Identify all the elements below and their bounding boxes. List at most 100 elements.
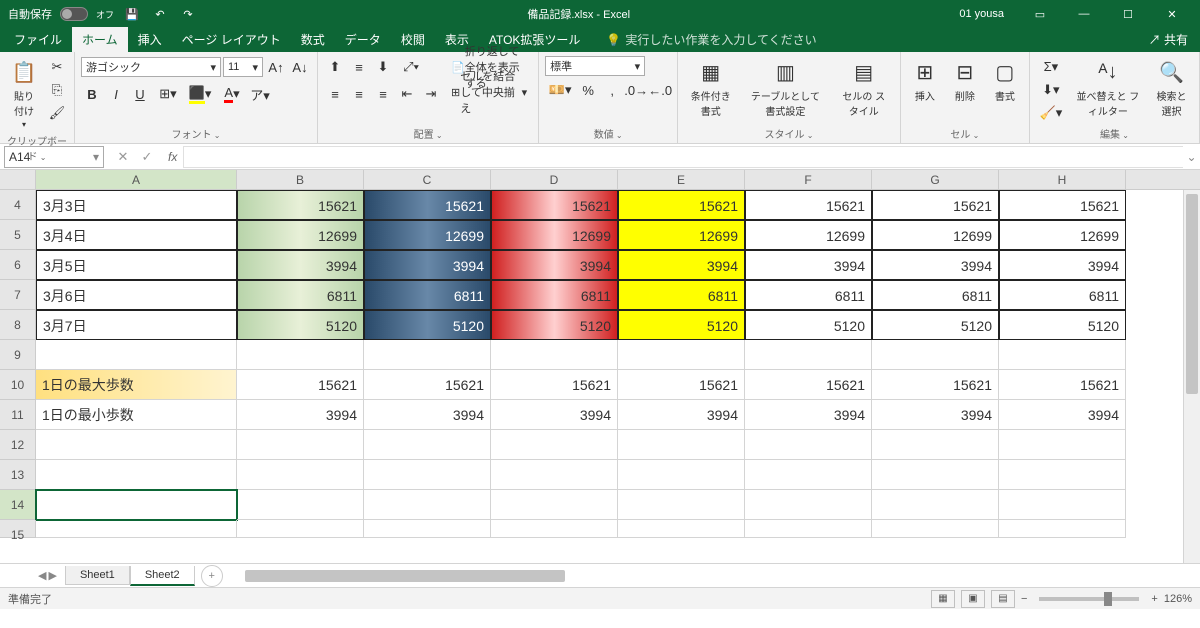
cell-C13[interactable] — [364, 460, 491, 490]
paste-button[interactable]: 📋貼り付け▾ — [6, 56, 42, 131]
cell-B9[interactable] — [237, 340, 364, 370]
currency-icon[interactable]: 💴▾ — [545, 79, 575, 101]
cell-E13[interactable] — [618, 460, 745, 490]
cell-H15[interactable] — [999, 520, 1126, 538]
cancel-formula-icon[interactable]: ✕ — [112, 146, 134, 168]
cell-H5[interactable]: 12699 — [999, 220, 1126, 250]
align-center-icon[interactable]: ≡ — [348, 83, 370, 105]
tab-layout[interactable]: ページ レイアウト — [172, 27, 291, 52]
enter-formula-icon[interactable]: ✓ — [136, 146, 158, 168]
cell-E11[interactable]: 3994 — [618, 400, 745, 430]
font-name-combo[interactable]: 游ゴシック▾ — [81, 57, 221, 77]
copy-icon[interactable]: ⎘ — [46, 79, 68, 101]
save-icon[interactable]: 💾 — [122, 4, 142, 24]
row-header-9[interactable]: 9 — [0, 340, 36, 370]
borders-button[interactable]: ⊞▾ — [153, 83, 183, 105]
cell-F15[interactable] — [745, 520, 872, 538]
cell-A10[interactable]: 1日の最大歩数 — [36, 370, 237, 400]
align-right-icon[interactable]: ≡ — [372, 83, 394, 105]
cell-A13[interactable] — [36, 460, 237, 490]
cell-H7[interactable]: 6811 — [999, 280, 1126, 310]
cell-H10[interactable]: 15621 — [999, 370, 1126, 400]
row-header-7[interactable]: 7 — [0, 280, 36, 310]
sheet-nav-prev-icon[interactable]: ◀ — [38, 569, 46, 582]
row-header-5[interactable]: 5 — [0, 220, 36, 250]
cell-A7[interactable]: 3月6日 — [36, 280, 237, 310]
cell-G12[interactable] — [872, 430, 999, 460]
col-header-A[interactable]: A — [36, 170, 237, 189]
zoom-level[interactable]: 126% — [1164, 593, 1192, 605]
cell-D12[interactable] — [491, 430, 618, 460]
cell-F12[interactable] — [745, 430, 872, 460]
col-header-G[interactable]: G — [872, 170, 999, 189]
cell-C7[interactable]: 6811 — [364, 280, 491, 310]
insert-cells-button[interactable]: ⊞挿入 — [907, 56, 943, 105]
tellme-search[interactable]: 💡 実行したい作業を入力してください — [602, 27, 820, 52]
cell-D10[interactable]: 15621 — [491, 370, 618, 400]
format-table-button[interactable]: ▥テーブルとして 書式設定 — [741, 56, 829, 120]
font-color-button[interactable]: A▾ — [217, 83, 247, 105]
close-icon[interactable]: ✕ — [1152, 0, 1192, 28]
fx-icon[interactable]: fx — [162, 150, 183, 164]
cell-D13[interactable] — [491, 460, 618, 490]
cell-E7[interactable]: 6811 — [618, 280, 745, 310]
cell-B7[interactable]: 6811 — [237, 280, 364, 310]
cell-D8[interactable]: 5120 — [491, 310, 618, 340]
cell-G13[interactable] — [872, 460, 999, 490]
align-left-icon[interactable]: ≡ — [324, 83, 346, 105]
italic-button[interactable]: I — [105, 83, 127, 105]
undo-icon[interactable]: ↶ — [150, 4, 170, 24]
sort-filter-button[interactable]: ᴬ↓並べ替えと フィルター — [1070, 56, 1146, 120]
find-select-button[interactable]: 🔍検索と 選択 — [1150, 56, 1193, 120]
cell-B13[interactable] — [237, 460, 364, 490]
col-header-D[interactable]: D — [491, 170, 618, 189]
delete-cells-button[interactable]: ⊟削除 — [947, 56, 983, 105]
fill-color-button[interactable]: ⬛▾ — [185, 83, 215, 105]
indent-left-icon[interactable]: ⇤ — [396, 83, 418, 105]
cell-H6[interactable]: 3994 — [999, 250, 1126, 280]
cell-F5[interactable]: 12699 — [745, 220, 872, 250]
cell-F6[interactable]: 3994 — [745, 250, 872, 280]
col-header-F[interactable]: F — [745, 170, 872, 189]
cell-E4[interactable]: 15621 — [618, 190, 745, 220]
row-header-6[interactable]: 6 — [0, 250, 36, 280]
row-header-15[interactable]: 15 — [0, 520, 36, 538]
sheet-tab-2[interactable]: Sheet2 — [130, 566, 195, 586]
cut-icon[interactable]: ✂ — [46, 56, 68, 78]
row-header-14[interactable]: 14 — [0, 490, 36, 520]
cell-H8[interactable]: 5120 — [999, 310, 1126, 340]
cell-F14[interactable] — [745, 490, 872, 520]
cell-A4[interactable]: 3月3日 — [36, 190, 237, 220]
zoom-slider[interactable] — [1039, 597, 1139, 601]
row-header-8[interactable]: 8 — [0, 310, 36, 340]
cell-B15[interactable] — [237, 520, 364, 538]
row-header-11[interactable]: 11 — [0, 400, 36, 430]
cell-G11[interactable]: 3994 — [872, 400, 999, 430]
cell-D9[interactable] — [491, 340, 618, 370]
cell-A5[interactable]: 3月4日 — [36, 220, 237, 250]
cell-C15[interactable] — [364, 520, 491, 538]
col-header-E[interactable]: E — [618, 170, 745, 189]
decrease-font-icon[interactable]: A↓ — [289, 56, 311, 78]
cell-G4[interactable]: 15621 — [872, 190, 999, 220]
clear-icon[interactable]: 🧹▾ — [1036, 102, 1066, 124]
cell-H14[interactable] — [999, 490, 1126, 520]
cell-E10[interactable]: 15621 — [618, 370, 745, 400]
ribbon-options-icon[interactable]: ▭ — [1020, 0, 1060, 28]
cell-F8[interactable]: 5120 — [745, 310, 872, 340]
align-top-icon[interactable]: ⬆ — [324, 56, 346, 78]
tab-file[interactable]: ファイル — [4, 27, 72, 52]
cell-A9[interactable] — [36, 340, 237, 370]
cell-C5[interactable]: 12699 — [364, 220, 491, 250]
tab-home[interactable]: ホーム — [72, 27, 128, 52]
percent-icon[interactable]: % — [577, 79, 599, 101]
cell-D5[interactable]: 12699 — [491, 220, 618, 250]
cell-F13[interactable] — [745, 460, 872, 490]
autosave-toggle[interactable] — [60, 7, 88, 21]
redo-icon[interactable]: ↷ — [178, 4, 198, 24]
cell-D6[interactable]: 3994 — [491, 250, 618, 280]
conditional-format-button[interactable]: ▦条件付き 書式 — [684, 56, 737, 120]
view-break-icon[interactable]: ▤ — [991, 590, 1015, 608]
cell-A6[interactable]: 3月5日 — [36, 250, 237, 280]
tab-formulas[interactable]: 数式 — [291, 27, 335, 52]
